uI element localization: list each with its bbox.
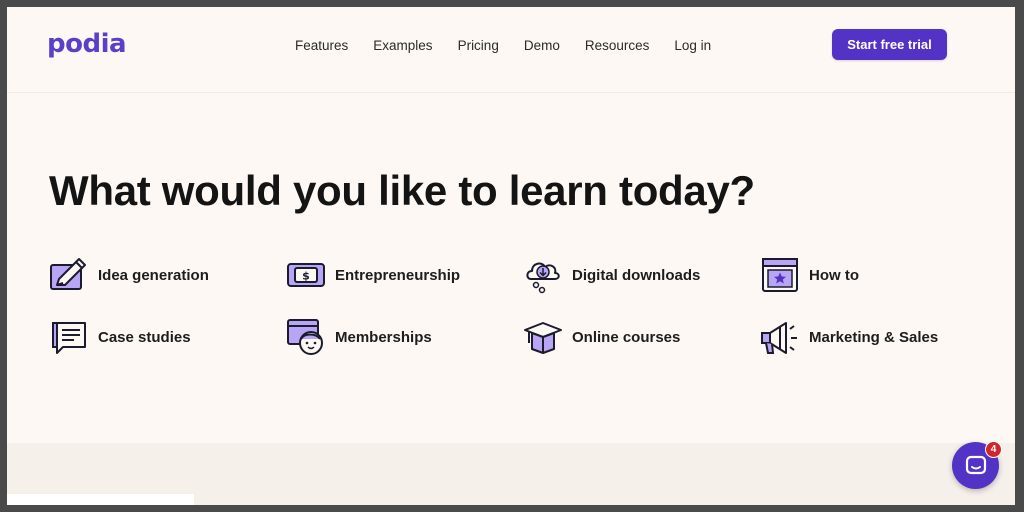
notification-badge: 4 [985, 441, 1002, 458]
topic-label: Case studies [98, 328, 191, 346]
megaphone-icon [761, 322, 797, 354]
chat-icon [965, 455, 986, 474]
star-window-icon [762, 258, 798, 292]
nav-examples[interactable]: Examples [373, 38, 432, 53]
topic-entrepreneurship[interactable]: $ Entrepreneurship [286, 255, 460, 295]
dollar-bill-icon: $ [287, 263, 325, 287]
cloud-download-icon [526, 262, 560, 294]
graduation-cap-icon [524, 322, 562, 354]
site-header: podia Features Examples Pricing Demo Res… [7, 7, 1015, 93]
topic-digital-downloads[interactable]: Digital downloads [523, 255, 700, 295]
topic-label: Online courses [572, 328, 681, 346]
page: podia Features Examples Pricing Demo Res… [7, 7, 1015, 505]
topic-online-courses[interactable]: Online courses [523, 317, 680, 357]
lower-card-edge [7, 494, 194, 505]
topic-label: Idea generation [98, 266, 209, 284]
pencil-note-icon [50, 258, 86, 290]
topic-case-studies[interactable]: Case studies [49, 317, 191, 357]
podia-logo[interactable]: podia [47, 29, 127, 59]
topic-label: Memberships [335, 328, 432, 346]
nav-demo[interactable]: Demo [524, 38, 560, 53]
start-free-trial-button[interactable]: Start free trial [832, 29, 947, 60]
topic-label: How to [809, 266, 859, 284]
page-title: What would you like to learn today? [49, 167, 755, 214]
nav-pricing[interactable]: Pricing [458, 38, 499, 53]
topic-how-to[interactable]: How to [760, 255, 859, 295]
member-face-icon [287, 319, 323, 355]
main-nav: Features Examples Pricing Demo Resources… [295, 38, 736, 53]
svg-text:$: $ [302, 270, 310, 283]
topic-memberships[interactable]: Memberships [286, 317, 432, 357]
speech-bubble-icon [52, 322, 86, 354]
topic-label: Marketing & Sales [809, 328, 939, 346]
topic-marketing-sales[interactable]: Marketing & Sales [760, 317, 938, 357]
nav-features[interactable]: Features [295, 38, 348, 53]
nav-resources[interactable]: Resources [585, 38, 650, 53]
topic-idea-generation[interactable]: Idea generation [49, 255, 209, 295]
topic-label: Digital downloads [572, 266, 701, 284]
nav-login[interactable]: Log in [674, 38, 711, 53]
topic-label: Entrepreneurship [335, 266, 461, 284]
